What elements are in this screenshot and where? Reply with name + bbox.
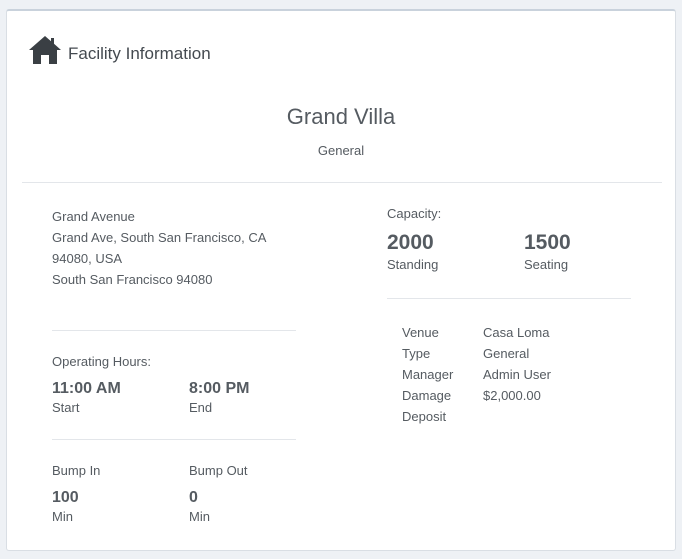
details-key: Damage — [402, 388, 452, 403]
start-time-caption: Start — [52, 400, 80, 415]
bump-out-label: Bump Out — [189, 463, 248, 478]
details-row: Deposit — [402, 406, 551, 427]
operating-hours-label: Operating Hours: — [52, 354, 151, 369]
start-time: 11:00 AM Start — [52, 379, 172, 417]
seating-capacity-value: 1500 — [524, 231, 571, 254]
details-key: Manager — [402, 367, 454, 382]
end-time: 8:00 PM End — [189, 379, 309, 417]
details-row: Venue Casa Loma — [402, 322, 551, 343]
details-row: Type General — [402, 343, 551, 364]
divider — [22, 182, 662, 183]
address-line: Grand Ave, South San Francisco, CA — [52, 230, 267, 245]
standing-capacity: 2000 Standing — [387, 230, 517, 274]
bump-in: 100 Min — [52, 488, 172, 526]
start-time-value: 11:00 AM — [52, 380, 121, 397]
standing-capacity-value: 2000 — [387, 231, 434, 254]
address-line: South San Francisco 94080 — [52, 272, 213, 287]
address-block: Grand Avenue Grand Ave, South San Franci… — [52, 206, 297, 290]
card-header: Facility Information — [28, 35, 211, 65]
bump-in-unit: Min — [52, 509, 73, 524]
details-key: Deposit — [402, 409, 447, 424]
details-value: General — [483, 346, 530, 361]
details-value: Admin User — [483, 367, 551, 382]
card-title: Facility Information — [68, 44, 211, 63]
divider — [52, 330, 296, 331]
divider — [387, 298, 631, 299]
bump-in-label: Bump In — [52, 463, 101, 478]
details-row: Damage $2,000.00 — [402, 385, 551, 406]
address-line: Grand Avenue — [52, 209, 135, 224]
details-value: Casa Loma — [483, 325, 550, 340]
divider — [52, 439, 296, 440]
details-value — [483, 406, 551, 427]
bump-out-value: 0 — [189, 489, 198, 506]
standing-capacity-caption: Standing — [387, 257, 439, 272]
details-table: Venue Casa Loma Type General Manager Adm… — [402, 322, 551, 427]
facility-info-card: Facility Information Grand Villa General… — [6, 9, 676, 551]
details-key: Type — [402, 346, 431, 361]
seating-capacity-caption: Seating — [524, 257, 569, 272]
seating-capacity: 1500 Seating — [524, 230, 654, 274]
bump-out-unit: Min — [189, 509, 210, 524]
end-time-caption: End — [189, 400, 213, 415]
details-row: Manager Admin User — [402, 364, 551, 385]
details-value: $2,000.00 — [483, 388, 541, 403]
venue-name: Grand Villa — [286, 104, 396, 129]
capacity-label: Capacity: — [387, 206, 442, 221]
home-icon — [28, 35, 62, 65]
details-key: Venue — [402, 325, 439, 340]
bump-in-value: 100 — [52, 489, 79, 506]
venue-type: General — [317, 143, 365, 158]
end-time-value: 8:00 PM — [189, 380, 250, 397]
address-line: 94080, USA — [52, 251, 123, 266]
bump-out: 0 Min — [189, 488, 309, 526]
